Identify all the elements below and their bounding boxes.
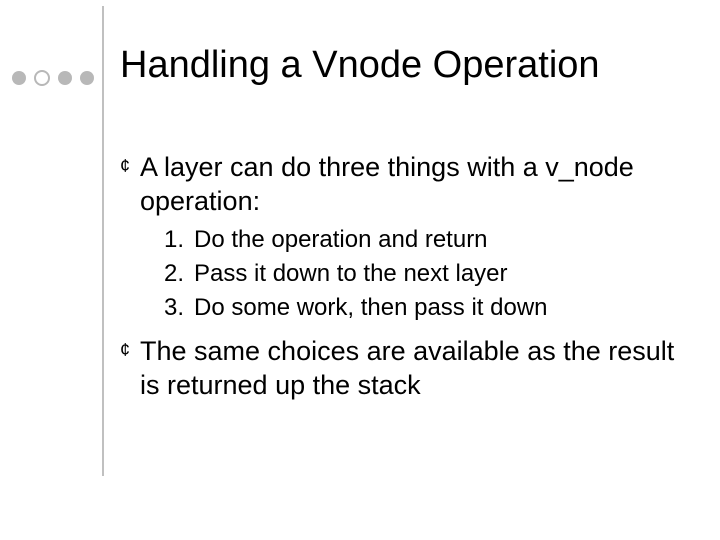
list-item: 2. Pass it down to the next layer xyxy=(164,258,680,290)
decorative-dots xyxy=(12,70,94,86)
dot-hollow-icon xyxy=(34,70,50,86)
slide: Handling a Vnode Operation A layer can d… xyxy=(0,0,720,540)
list-number: 1. xyxy=(164,224,194,256)
dot-icon xyxy=(58,71,72,85)
bullet-item: A layer can do three things with a v_nod… xyxy=(120,150,680,218)
list-text: Pass it down to the next layer xyxy=(194,258,508,290)
bullet-item: The same choices are available as the re… xyxy=(120,334,680,402)
bullet-text: A layer can do three things with a v_nod… xyxy=(140,150,680,218)
bullet-text: The same choices are available as the re… xyxy=(140,334,680,402)
list-text: Do some work, then pass it down xyxy=(194,292,548,324)
slide-body: A layer can do three things with a v_nod… xyxy=(120,150,680,408)
numbered-list: 1. Do the operation and return 2. Pass i… xyxy=(164,224,680,324)
slide-title: Handling a Vnode Operation xyxy=(120,44,600,87)
dot-icon xyxy=(80,71,94,85)
vertical-divider xyxy=(102,6,104,476)
list-number: 2. xyxy=(164,258,194,290)
list-item: 3. Do some work, then pass it down xyxy=(164,292,680,324)
list-item: 1. Do the operation and return xyxy=(164,224,680,256)
list-number: 3. xyxy=(164,292,194,324)
bullet-icon xyxy=(120,334,140,366)
dot-icon xyxy=(12,71,26,85)
list-text: Do the operation and return xyxy=(194,224,488,256)
bullet-icon xyxy=(120,150,140,182)
